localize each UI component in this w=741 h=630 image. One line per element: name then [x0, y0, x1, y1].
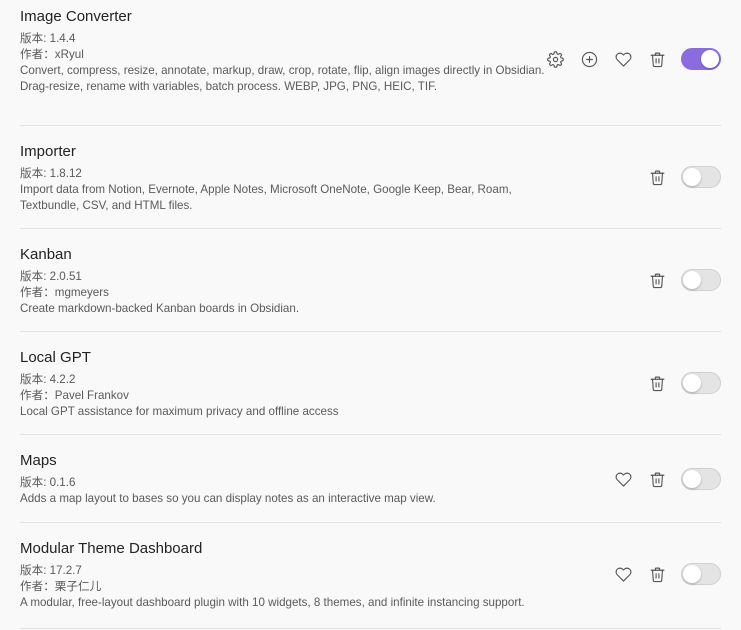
author-label: 作者：	[20, 286, 55, 299]
plugin-enable-toggle[interactable]	[681, 269, 721, 291]
trash-icon	[650, 472, 664, 487]
plugin-item: Kanban 版本: 2.0.51 作者：mgmeyers Create markdo…	[20, 229, 721, 332]
version-label: 版本:	[20, 476, 50, 489]
plugin-item: Modular Theme Dashboard 版本: 17.2.7 作者：栗子仁儿…	[20, 523, 721, 629]
plugin-version: 版本: 1.8.12	[20, 166, 82, 182]
plugin-controls	[599, 563, 721, 585]
donate-button[interactable]	[613, 49, 633, 69]
donate-button[interactable]	[613, 469, 633, 489]
plugin-controls	[633, 372, 721, 394]
version-label: 版本:	[20, 564, 50, 577]
plugin-enable-toggle[interactable]	[681, 166, 721, 188]
heart-icon	[615, 472, 631, 487]
plugin-version: 版本: 1.4.4	[20, 31, 75, 47]
heart-icon	[615, 567, 631, 582]
plugin-description: Create markdown-backed Kanban boards in …	[20, 302, 300, 315]
version-label: 版本:	[20, 373, 50, 386]
plugin-item: Importer 版本: 1.8.12 Import data from Notio…	[20, 126, 721, 229]
trash-icon	[650, 376, 664, 391]
plugin-version: 版本: 2.0.51	[20, 269, 82, 285]
plugin-author: 作者：栗子仁儿	[20, 579, 101, 595]
version-value: 1.8.12	[49, 167, 82, 180]
trash-icon	[650, 170, 664, 185]
plugin-description: Convert, compress, resize, annotate, mar…	[20, 64, 545, 93]
plus-circle-icon	[581, 51, 597, 67]
donate-button[interactable]	[613, 564, 633, 584]
uninstall-button[interactable]	[647, 373, 667, 393]
plugin-description: A modular, free-layout dashboard plugin …	[20, 596, 525, 609]
version-value: 2.0.51	[49, 270, 82, 283]
plugin-name: Local GPT	[20, 349, 91, 366]
toggle-knob	[683, 470, 701, 488]
author-label: 作者：	[20, 389, 55, 402]
uninstall-button[interactable]	[647, 270, 667, 290]
plugin-enable-toggle[interactable]	[681, 563, 721, 585]
uninstall-button[interactable]	[647, 469, 667, 489]
settings-button[interactable]	[545, 49, 565, 69]
plugin-author: 作者：Pavel Frankov	[20, 388, 129, 404]
plugin-controls	[531, 48, 721, 70]
plugin-controls	[633, 269, 721, 291]
author-value: 栗子仁儿	[54, 580, 102, 593]
plugin-name: Image Converter	[20, 8, 132, 25]
plugin-name: Importer	[20, 143, 76, 160]
version-value: 1.4.4	[49, 32, 76, 45]
plugin-item: Image Converter 版本: 1.4.4 作者：xRyul Convert,…	[20, 0, 721, 126]
uninstall-button[interactable]	[647, 167, 667, 187]
author-value: mgmeyers	[54, 286, 109, 299]
author-value: Pavel Frankov	[54, 389, 129, 402]
uninstall-button[interactable]	[647, 564, 667, 584]
plugin-description: Import data from Notion, Evernote, Apple…	[20, 183, 512, 212]
plugin-name: Modular Theme Dashboard	[20, 540, 203, 557]
heart-icon	[615, 52, 631, 67]
gear-icon	[546, 50, 564, 68]
plugin-name: Kanban	[20, 246, 72, 263]
plugin-version: 版本: 17.2.7	[20, 563, 82, 579]
plugin-author: 作者：xRyul	[20, 47, 84, 63]
author-value: xRyul	[54, 48, 84, 61]
toggle-knob	[683, 168, 701, 186]
add-hotkey-button[interactable]	[579, 49, 599, 69]
trash-icon	[650, 52, 664, 67]
plugin-item: Local GPT 版本: 4.2.2 作者：Pavel Frankov Local …	[20, 332, 721, 435]
plugin-item: Maps 版本: 0.1.6 Adds a map layout to bases …	[20, 435, 721, 523]
version-value: 17.2.7	[49, 564, 82, 577]
toggle-knob	[683, 271, 701, 289]
plugin-controls	[599, 468, 721, 490]
trash-icon	[650, 567, 664, 582]
toggle-knob	[683, 374, 701, 392]
version-value: 0.1.6	[49, 476, 76, 489]
plugin-author: 作者：mgmeyers	[20, 285, 109, 301]
plugin-enable-toggle[interactable]	[681, 468, 721, 490]
plugin-version: 版本: 4.2.2	[20, 372, 75, 388]
plugin-controls	[633, 166, 721, 188]
author-label: 作者：	[20, 580, 55, 593]
plugin-version: 版本: 0.1.6	[20, 475, 75, 491]
version-value: 4.2.2	[49, 373, 76, 386]
toggle-knob	[701, 50, 719, 68]
trash-icon	[650, 273, 664, 288]
plugin-name: Maps	[20, 452, 57, 469]
plugin-enable-toggle[interactable]	[681, 48, 721, 70]
uninstall-button[interactable]	[647, 49, 667, 69]
version-label: 版本:	[20, 270, 50, 283]
toggle-knob	[683, 565, 701, 583]
version-label: 版本:	[20, 32, 50, 45]
version-label: 版本:	[20, 167, 50, 180]
plugin-enable-toggle[interactable]	[681, 372, 721, 394]
author-label: 作者：	[20, 48, 55, 61]
plugin-description: Adds a map layout to bases so you can di…	[20, 492, 436, 505]
plugin-description: Local GPT assistance for maximum privacy…	[20, 405, 339, 418]
